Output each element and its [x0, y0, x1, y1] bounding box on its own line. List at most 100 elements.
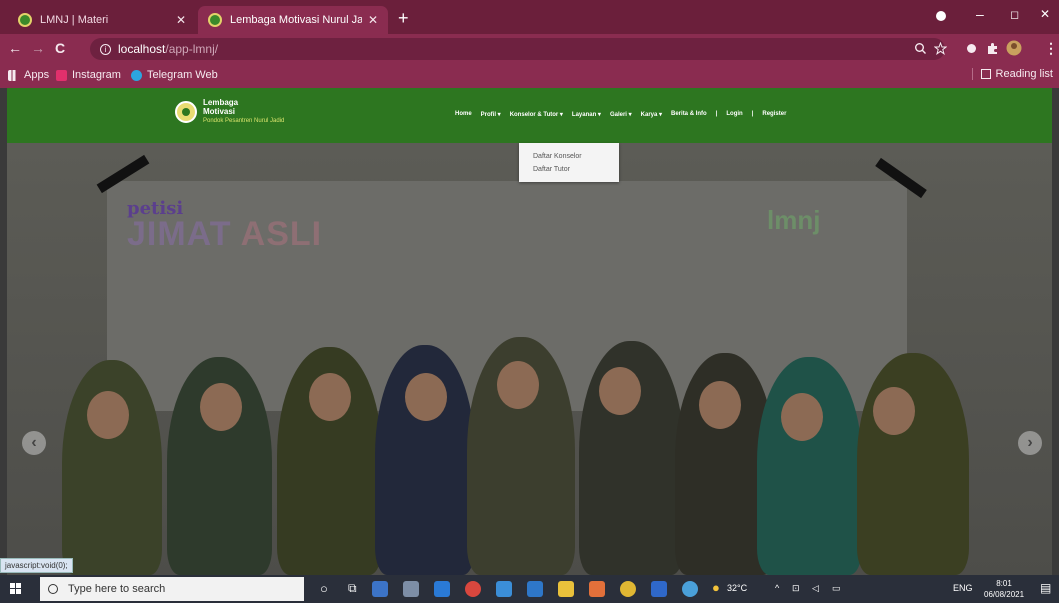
minimize-button[interactable]: –: [976, 6, 984, 22]
tab-title: LMNJ | Materi: [40, 14, 109, 26]
url-path: /app-lmnj/: [165, 42, 219, 56]
chrome-menu-icon[interactable]: ⋮: [1044, 41, 1058, 55]
tab-close-icon[interactable]: ✕: [176, 13, 186, 27]
app-icon[interactable]: [496, 581, 512, 597]
site-favicon-icon: [208, 13, 222, 27]
banner-text-asli: ASLI: [231, 215, 323, 253]
tab-title: Lembaga Motivasi Nurul Jadid -: [230, 14, 362, 26]
app-icon[interactable]: [465, 581, 481, 597]
extensions-puzzle-icon[interactable]: [986, 42, 999, 55]
tab-materi[interactable]: LMNJ | Materi ✕: [8, 6, 196, 34]
dropdown-item-daftar-tutor[interactable]: Daftar Tutor: [533, 163, 619, 176]
bookmark-instagram[interactable]: Instagram: [56, 69, 121, 81]
person-face: [781, 393, 823, 441]
bookmark-apps[interactable]: Apps: [8, 69, 49, 81]
address-bar[interactable]: i localhost/app-lmnj/: [90, 38, 945, 60]
menu-divider: |: [715, 111, 718, 117]
bookmark-star-icon[interactable]: [934, 42, 947, 55]
zoom-icon[interactable]: [914, 42, 927, 55]
close-window-button[interactable]: ✕: [1040, 7, 1050, 21]
new-tab-button[interactable]: +: [398, 9, 409, 27]
browser-tab-strip: LMNJ | Materi ✕ Lembaga Motivasi Nurul J…: [0, 0, 1059, 34]
windows-taskbar: Type here to search ○ ⧉ ● 32°C ^ ⊡ ◁ ▭ E…: [0, 575, 1059, 603]
reload-icon[interactable]: C: [55, 41, 65, 55]
menu-karya[interactable]: Karya ▾: [641, 111, 662, 118]
help-icon[interactable]: [682, 581, 698, 597]
tab-close-icon[interactable]: ✕: [368, 13, 378, 27]
notification-icon[interactable]: ▤: [1040, 581, 1051, 595]
language-indicator[interactable]: ENG: [953, 583, 973, 593]
site-menu: Home Profil ▾ Konselor & Tutor ▾ Layanan…: [455, 111, 795, 118]
lembaga-logo-icon: [175, 101, 197, 123]
search-icon: [48, 584, 58, 594]
taskbar-clock[interactable]: 8:01 06/08/2021: [984, 578, 1024, 600]
instagram-icon: [56, 69, 67, 81]
carousel-prev-button[interactable]: ‹: [22, 431, 46, 455]
clock-time: 8:01: [996, 579, 1012, 588]
network-icon[interactable]: ⊡: [792, 583, 800, 594]
reading-list-label: Reading list: [995, 68, 1053, 80]
profile-indicator-icon[interactable]: [936, 11, 946, 21]
maximize-button[interactable]: ◻: [1010, 8, 1019, 21]
word-icon[interactable]: [651, 581, 667, 597]
bookmark-label: Instagram: [72, 69, 121, 81]
banner-text-jimat-asli: JIMAT ASLI: [127, 215, 322, 254]
apps-grid-icon: [8, 69, 19, 81]
menu-register[interactable]: Register: [762, 111, 786, 118]
volume-icon[interactable]: ◁: [812, 583, 819, 594]
file-explorer-icon[interactable]: [558, 581, 574, 597]
menu-login[interactable]: Login: [726, 111, 742, 118]
site-navbar: Lembaga Motivasi Pondok Pesantren Nurul …: [7, 88, 1052, 143]
site-info-icon[interactable]: i: [100, 43, 111, 55]
konselor-tutor-dropdown: Daftar Konselor Daftar Tutor: [519, 143, 619, 182]
person-face: [200, 383, 242, 431]
task-view-icon[interactable]: ⧉: [348, 581, 357, 596]
keyboard-icon[interactable]: ▭: [832, 583, 841, 594]
tray-chevron-icon[interactable]: ^: [775, 583, 779, 593]
site-favicon-icon: [18, 13, 32, 27]
reading-list-icon: [980, 69, 991, 79]
bookmark-telegram[interactable]: Telegram Web: [131, 69, 218, 81]
menu-profil[interactable]: Profil ▾: [481, 111, 501, 118]
person-face: [497, 361, 539, 409]
telegram-icon: [131, 69, 142, 81]
browser-toolbar: ← → C i localhost/app-lmnj/ ⋮: [0, 34, 1059, 64]
chrome-icon[interactable]: [620, 581, 636, 597]
person-face: [309, 373, 351, 421]
app-icon[interactable]: [589, 581, 605, 597]
search-placeholder: Type here to search: [68, 583, 166, 595]
person-face: [599, 367, 641, 415]
menu-galeri[interactable]: Galeri ▾: [610, 111, 632, 118]
person-face: [873, 387, 915, 435]
person-figure: [757, 357, 862, 575]
windows-start-icon[interactable]: [10, 583, 22, 595]
taskbar-search-input[interactable]: Type here to search: [40, 577, 304, 601]
back-arrow-icon[interactable]: ←: [8, 41, 22, 55]
site-brand[interactable]: Lembaga Motivasi Pondok Pesantren Nurul …: [175, 98, 284, 126]
person-face: [405, 373, 447, 421]
camera-app-icon[interactable]: [403, 581, 419, 597]
menu-layanan[interactable]: Layanan ▾: [572, 111, 601, 118]
profile-avatar-icon[interactable]: [1006, 40, 1022, 56]
vscode-icon[interactable]: [434, 581, 450, 597]
tab-lembaga-motivasi[interactable]: Lembaga Motivasi Nurul Jadid - ✕: [198, 6, 388, 34]
weather-sun-icon[interactable]: ●: [712, 580, 720, 595]
banner-text-jimat: JIMAT: [127, 215, 232, 253]
cortana-icon[interactable]: ○: [320, 581, 328, 596]
reading-list-button[interactable]: Reading list: [971, 68, 1053, 80]
security-app-icon[interactable]: [372, 581, 388, 597]
weather-temp[interactable]: 32°C: [727, 583, 747, 593]
status-bar-url: javascript:void(0);: [0, 558, 73, 573]
app-icon[interactable]: [527, 581, 543, 597]
forward-arrow-icon[interactable]: →: [31, 41, 45, 55]
extension-icon[interactable]: [965, 42, 978, 55]
brand-line-1: Lembaga: [203, 98, 239, 107]
screen: LMNJ | Materi ✕ Lembaga Motivasi Nurul J…: [0, 0, 1059, 603]
menu-divider: |: [751, 111, 754, 117]
carousel-next-button[interactable]: ›: [1018, 431, 1042, 455]
dropdown-item-daftar-konselor[interactable]: Daftar Konselor: [533, 150, 619, 163]
menu-berita-info[interactable]: Berita & Info: [671, 111, 707, 118]
menu-konselor-tutor[interactable]: Konselor & Tutor ▾: [510, 111, 563, 118]
bookmarks-bar: Apps Instagram Telegram Web Reading list: [0, 64, 1059, 88]
menu-home[interactable]: Home: [455, 111, 472, 118]
